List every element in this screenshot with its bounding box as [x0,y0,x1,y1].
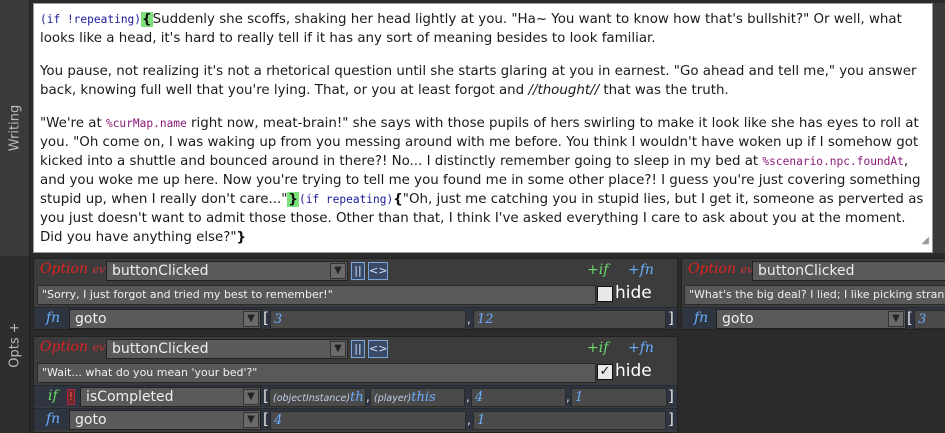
writing-scrollbar[interactable] [933,3,945,253]
hide-label: hide [615,361,652,381]
event-dropdown[interactable]: buttonClicked ▼ [106,339,348,359]
fn-row: fn goto ▼ [ 4 , 1 ] [34,408,677,430]
add-if-button[interactable]: +if [587,262,608,278]
condition-dropdown[interactable]: isCompleted ▼ [80,387,261,407]
brace-close: } [287,192,299,207]
arg-1[interactable]: 4 [270,411,466,430]
bracket-open: [ [907,309,913,327]
arg-1[interactable]: 3 [914,310,945,329]
fn-row: fn goto ▼ [ 3 , 12 ] [34,307,677,329]
pipe-button[interactable]: || [351,340,365,358]
event-dropdown[interactable]: buttonClicked [752,261,945,281]
resize-grip-icon[interactable]: ◢ [921,231,929,250]
fn-keyword: fn [46,411,61,427]
if-arg-2[interactable]: (player)this [370,388,465,407]
arg-1[interactable]: 3 [270,310,466,329]
variable-curmap: %curMap.name [105,117,187,130]
swap-button[interactable]: <> [368,262,388,280]
condition-not-repeating: (if !repeating) [40,13,142,26]
fn-value: goto [75,311,107,327]
chevron-down-icon: ▼ [330,263,346,279]
event-dropdown[interactable]: buttonClicked ▼ [106,261,348,281]
bracket-open: [ [263,309,269,327]
condition-value: isCompleted [86,389,174,405]
event-value: buttonClicked [112,341,209,357]
option-text-input[interactable]: "What's the big deal? I lied; I like pic… [684,285,945,305]
if-arg-3[interactable]: 4 [471,388,566,407]
paragraph-2-text-b: that was the truth. [599,83,729,98]
option-text-input[interactable]: "Wait... what do you mean 'your bed'?" [37,363,596,383]
arg-2[interactable]: 12 [473,310,666,329]
add-fn-button[interactable]: +fn [628,340,654,356]
hide-checkbox[interactable] [597,286,613,302]
pipe-button[interactable]: || [351,262,365,280]
fn-keyword: fn [694,310,709,326]
fn-value: goto [722,311,754,327]
fn-dropdown[interactable]: goto ▼ [69,309,261,329]
fn-keyword: fn [46,310,61,326]
bracket-close: ] [668,309,674,327]
chevron-down-icon: ▼ [243,311,259,327]
writing-textarea[interactable]: (if !repeating){Suddenly she scoffs, sha… [33,3,933,253]
bracket-open: [ [263,410,269,428]
comma: , [466,390,470,404]
add-fn-button[interactable]: +fn [628,262,654,278]
opts-tab[interactable]: Opts + [0,256,30,433]
if-keyword: if [48,388,58,404]
hide-checkbox[interactable]: ✓ [597,364,613,380]
writing-tab-label: Writing [7,104,22,152]
comma: , [566,390,570,404]
brace-open: { [141,12,153,27]
fn-dropdown[interactable]: goto ▼ [716,309,906,329]
comma: , [467,312,471,326]
opts-tab-label: Opts + [7,321,22,368]
event-value: buttonClicked [758,263,855,279]
paragraph-2: You pause, not realizing it's not a rhet… [40,62,924,100]
option-block-3: Option ev buttonClicked "What's the big … [681,258,945,330]
option-label: Option ev [40,261,106,277]
brace-open-2: { [393,192,403,207]
hide-label: hide [615,283,652,303]
paragraph-1-text: Suddenly she scoffs, shaking her head li… [40,12,902,46]
paragraph-3: "We're at %curMap.name right now, meat-b… [40,114,924,247]
paragraph-1: (if !repeating){Suddenly she scoffs, sha… [40,10,924,48]
option-label: Option ev [40,339,106,355]
if-row: if ! isCompleted ▼ [ (objectInstance)th ,… [34,385,677,407]
chevron-down-icon: ▼ [243,412,259,428]
bracket-close: ] [668,387,674,405]
paragraph-2-italic: //thought// [528,83,600,98]
condition-repeating: (if repeating) [298,193,394,206]
option-label: Option ev [688,261,754,277]
option-block-1: Option ev buttonClicked ▼ || <> +if +fn "… [33,258,678,330]
option-text-input[interactable]: "Sorry, I just forgot and tried my best … [37,285,596,305]
event-value: buttonClicked [112,263,209,279]
fn-row: fn goto ▼ [ 3 [682,307,945,329]
chevron-down-icon: ▼ [243,389,259,405]
p3-text-1: "We're at [40,116,106,131]
bracket-close: ] [668,410,674,428]
if-arg-4[interactable]: 1 [571,388,667,407]
chevron-down-icon: ▼ [888,311,904,327]
chevron-down-icon: ▼ [330,341,346,357]
app-root: Writing Opts + (if !repeating){Suddenly … [0,0,945,433]
paragraph-2-text-a: You pause, not realizing it's not a rhet… [40,64,917,98]
fn-value: goto [75,412,107,428]
swap-button[interactable]: <> [368,340,388,358]
comma: , [467,413,471,427]
arg-2[interactable]: 1 [473,411,666,430]
variable-foundat: %scenario.npc.foundAt [762,155,904,168]
bracket-open: [ [263,387,269,405]
negate-toggle[interactable]: ! [67,389,75,405]
brace-close-2: } [236,230,247,245]
add-if-button[interactable]: +if [587,340,608,356]
writing-tab[interactable]: Writing [0,0,30,256]
option-block-2: Option ev buttonClicked ▼ || <> +if +fn "… [33,336,678,433]
fn-dropdown[interactable]: goto ▼ [69,410,261,430]
if-arg-1[interactable]: (objectInstance)th [269,388,366,407]
